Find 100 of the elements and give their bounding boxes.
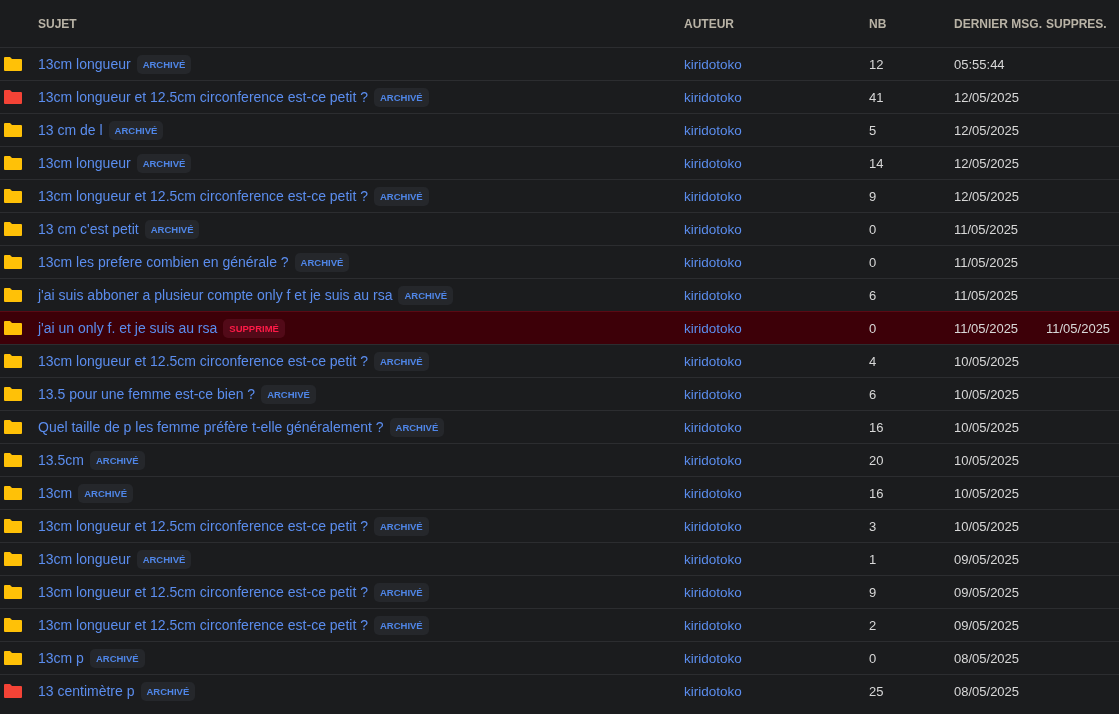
topic-link[interactable]: 13cm xyxy=(38,485,73,501)
author-link[interactable]: kiridotoko xyxy=(684,122,869,138)
topic-link[interactable]: Quel taille de p les femme préfère t-elle généralement ? xyxy=(38,419,384,435)
author-link[interactable]: kiridotoko xyxy=(684,485,869,501)
message-count: 1 xyxy=(869,551,878,567)
column-header: AUTEUR xyxy=(684,16,735,31)
column-header: SUPPRES. xyxy=(1046,16,1108,31)
status-badge: ARCHIVÉ xyxy=(373,351,429,371)
last-message-date: 12/05/2025 xyxy=(954,155,1021,171)
message-count: 0 xyxy=(869,650,878,666)
message-count: 16 xyxy=(869,485,885,501)
last-message-date: 09/05/2025 xyxy=(954,617,1021,633)
topic-link[interactable]: 13cm p xyxy=(38,650,84,666)
author-link[interactable]: kiridotoko xyxy=(684,254,869,270)
author-link[interactable]: kiridotoko xyxy=(684,353,869,369)
last-message-date: 11/05/2025 xyxy=(954,221,1020,237)
topic-link[interactable]: 13 cm c'est petit xyxy=(38,221,139,237)
last-message-date: 11/05/2025 xyxy=(954,254,1020,270)
message-count: 9 xyxy=(869,188,878,204)
last-message-date: 10/05/2025 xyxy=(954,485,1021,501)
last-message-date: 05:55:44 xyxy=(954,56,1006,72)
topic-link[interactable]: 13cm longueur et 12.5cm circonference est-ce petit ? xyxy=(38,89,368,105)
author-link[interactable]: kiridotoko xyxy=(684,221,869,237)
author-link[interactable]: kiridotoko xyxy=(684,617,869,633)
column-header: DERNIER MSG. xyxy=(954,16,1043,31)
last-message-date: 10/05/2025 xyxy=(954,452,1021,468)
author-link[interactable]: kiridotoko xyxy=(684,188,869,204)
last-message-date: 11/05/2025 xyxy=(954,320,1020,336)
status-badge: ARCHIVÉ xyxy=(108,120,164,140)
status-badge: ARCHIVÉ xyxy=(398,285,454,305)
topic-link[interactable]: 13.5 pour une femme est-ce bien ? xyxy=(38,386,256,402)
last-message-date: 12/05/2025 xyxy=(954,188,1021,204)
topic-link[interactable]: 13cm longueur et 12.5cm circonference est-ce petit ? xyxy=(38,188,368,204)
status-badge: ARCHIVÉ xyxy=(261,384,316,404)
last-message-date: 10/05/2025 xyxy=(954,419,1021,435)
topic-link[interactable]: 13cm longueur et 12.5cm circonference est-ce petit ? xyxy=(38,353,368,369)
message-count: 20 xyxy=(869,452,885,468)
deletion-date: 11/05/2025 xyxy=(1046,320,1112,336)
status-badge: SUPPRIMÉ xyxy=(223,318,285,338)
last-message-date: 10/05/2025 xyxy=(954,518,1021,534)
status-badge: ARCHIVÉ xyxy=(136,549,192,569)
topic-link[interactable]: 13 cm de l xyxy=(38,122,103,138)
message-count: 2 xyxy=(869,617,878,633)
status-badge: ARCHIVÉ xyxy=(389,417,445,437)
author-link[interactable]: kiridotoko xyxy=(684,320,869,336)
message-count: 0 xyxy=(869,254,878,270)
column-header: NB xyxy=(869,16,888,31)
author-link[interactable]: kiridotoko xyxy=(684,452,869,468)
message-count: 16 xyxy=(869,419,885,435)
topic-link[interactable]: 13cm longueur et 12.5cm circonference est-ce petit ? xyxy=(38,617,368,633)
topic-link[interactable]: 13cm longueur et 12.5cm circonference est-ce petit ? xyxy=(38,518,368,534)
last-message-date: 10/05/2025 xyxy=(954,386,1021,402)
message-count: 4 xyxy=(869,353,878,369)
topic-link[interactable]: j'ai un only f. et je suis au rsa xyxy=(38,320,218,336)
topic-link[interactable]: 13.5cm xyxy=(38,452,84,468)
message-count: 41 xyxy=(869,89,885,105)
last-message-date: 12/05/2025 xyxy=(954,89,1021,105)
author-link[interactable]: kiridotoko xyxy=(684,650,869,666)
author-link[interactable]: kiridotoko xyxy=(684,287,869,303)
message-count: 0 xyxy=(869,221,878,237)
status-badge: ARCHIVÉ xyxy=(89,648,145,668)
status-badge: ARCHIVÉ xyxy=(136,54,192,74)
status-badge: ARCHIVÉ xyxy=(140,681,196,701)
author-link[interactable]: kiridotoko xyxy=(684,386,869,402)
topic-link[interactable]: 13cm les prefere combien en générale ? xyxy=(38,254,289,270)
topic-link[interactable]: 13cm longueur xyxy=(38,155,131,171)
message-count: 6 xyxy=(869,287,878,303)
topic-link[interactable]: 13cm longueur xyxy=(38,56,131,72)
author-link[interactable]: kiridotoko xyxy=(684,518,869,534)
author-link[interactable]: kiridotoko xyxy=(684,419,869,435)
status-badge: ARCHIVÉ xyxy=(373,516,429,536)
author-link[interactable]: kiridotoko xyxy=(684,56,869,72)
column-header: SUJET xyxy=(38,16,78,31)
message-count: 25 xyxy=(869,683,885,699)
status-badge: ARCHIVÉ xyxy=(373,615,429,635)
author-link[interactable]: kiridotoko xyxy=(684,551,869,567)
author-link[interactable]: kiridotoko xyxy=(684,89,869,105)
message-count: 5 xyxy=(869,122,878,138)
last-message-date: 09/05/2025 xyxy=(954,584,1021,600)
message-count: 14 xyxy=(869,155,885,171)
status-badge: ARCHIVÉ xyxy=(373,582,429,602)
author-link[interactable]: kiridotoko xyxy=(684,155,869,171)
status-badge: ARCHIVÉ xyxy=(294,252,350,272)
author-link[interactable]: kiridotoko xyxy=(684,683,869,699)
message-count: 6 xyxy=(869,386,878,402)
status-badge: ARCHIVÉ xyxy=(89,450,145,470)
message-count: 3 xyxy=(869,518,878,534)
last-message-date: 08/05/2025 xyxy=(954,650,1021,666)
last-message-date: 12/05/2025 xyxy=(954,122,1021,138)
topic-link[interactable]: j'ai suis abboner a plusieur compte only f et je suis au rsa xyxy=(38,287,393,303)
message-count: 12 xyxy=(869,56,885,72)
status-badge: ARCHIVÉ xyxy=(144,219,200,239)
message-count: 9 xyxy=(869,584,878,600)
topic-link[interactable]: 13cm longueur xyxy=(38,551,131,567)
topic-link[interactable]: 13 centimètre p xyxy=(38,683,135,699)
last-message-date: 11/05/2025 xyxy=(954,287,1020,303)
status-badge: ARCHIVÉ xyxy=(136,153,192,173)
last-message-date: 10/05/2025 xyxy=(954,353,1021,369)
author-link[interactable]: kiridotoko xyxy=(684,584,869,600)
topic-link[interactable]: 13cm longueur et 12.5cm circonference est-ce petit ? xyxy=(38,584,368,600)
